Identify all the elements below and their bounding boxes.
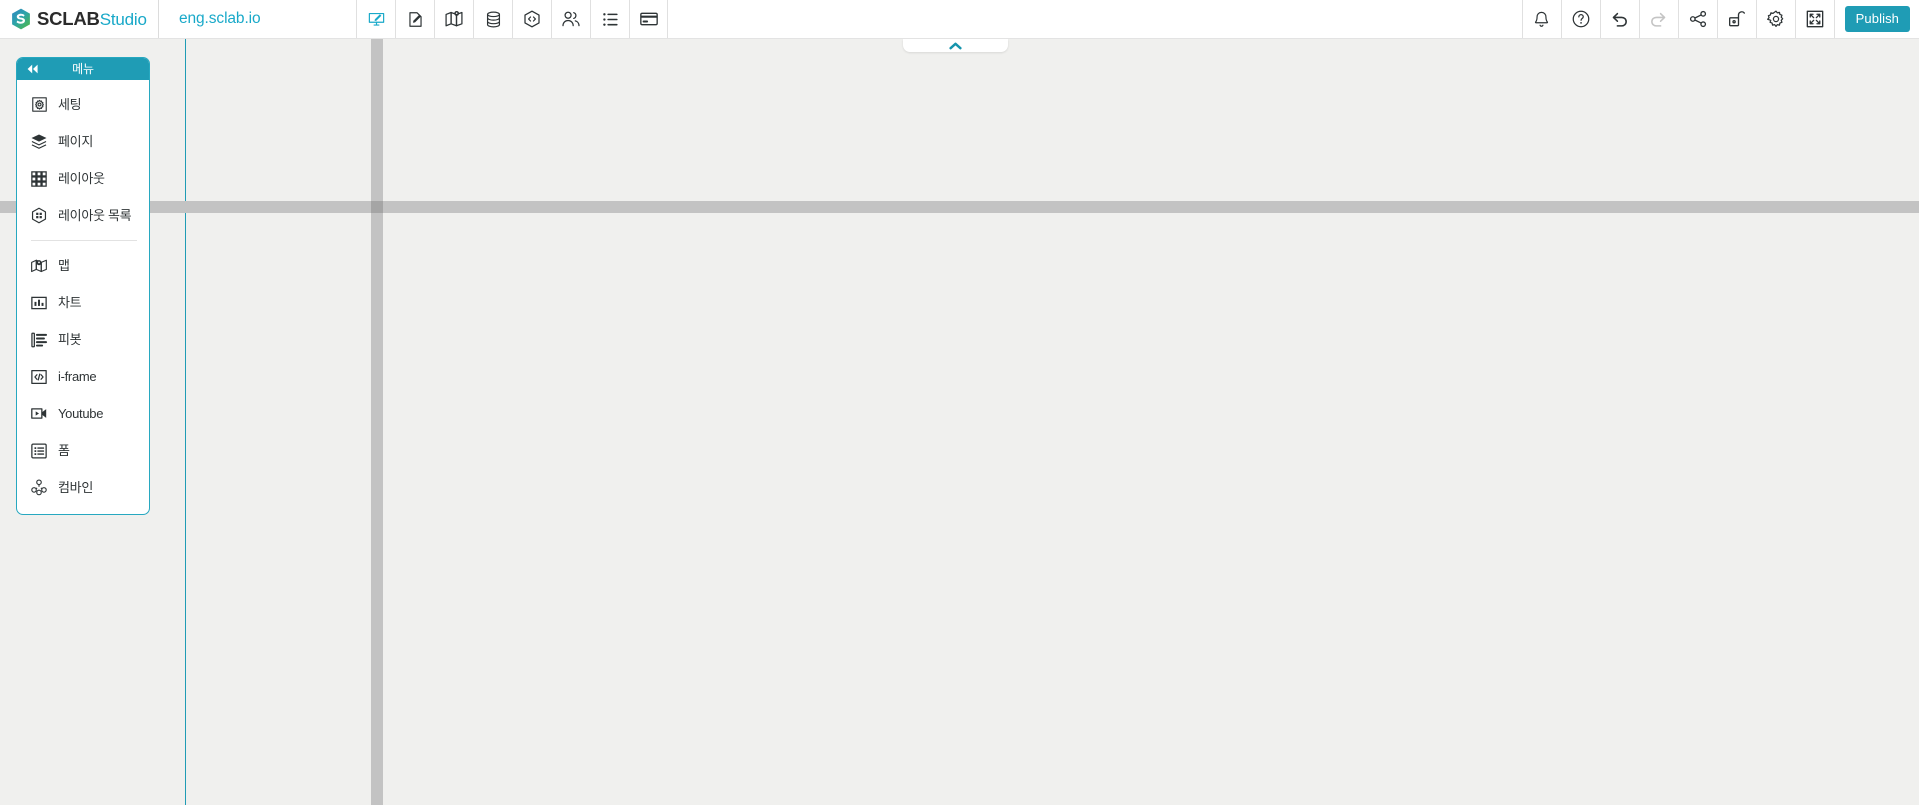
database-cylinder-icon: [484, 10, 503, 29]
help-button[interactable]: [1560, 0, 1600, 38]
monitor-pencil-icon: [367, 10, 386, 29]
list-tool-button[interactable]: [590, 0, 629, 38]
menu-item-pivot[interactable]: 피봇: [17, 321, 149, 358]
document-pencil-icon: [406, 10, 425, 29]
editor-canvas: [0, 39, 1919, 805]
settings-button[interactable]: [1755, 0, 1795, 38]
map-tool-button[interactable]: [434, 0, 473, 38]
notifications-button[interactable]: [1521, 0, 1561, 38]
menu-item-layout[interactable]: 레이아웃: [17, 160, 149, 197]
menu-item-label: 피봇: [58, 332, 82, 347]
menu-item-label: 폼: [58, 443, 70, 458]
bar-chart-square-icon: [30, 294, 48, 312]
menu-item-label: 차트: [58, 295, 82, 310]
map-pin-folded-icon: [30, 257, 48, 275]
menu-item-youtube[interactable]: Youtube: [17, 395, 149, 432]
pivot-table-icon: [30, 331, 48, 349]
menu-item-layout-list[interactable]: 레이아웃 목록: [17, 197, 149, 234]
canvas-left-guide: [185, 39, 186, 805]
site-name[interactable]: eng.sclab.io: [159, 0, 337, 38]
redo-button[interactable]: [1638, 0, 1678, 38]
menu-panel-header: 메뉴: [17, 58, 149, 80]
gear-icon: [1766, 9, 1786, 29]
folded-map-pin-icon: [444, 9, 464, 29]
form-list-square-icon: [30, 442, 48, 460]
menu-item-label: Youtube: [58, 406, 104, 421]
bulleted-list-icon: [601, 10, 620, 29]
undo-button[interactable]: [1599, 0, 1639, 38]
menu-item-chart[interactable]: 차트: [17, 284, 149, 321]
menu-item-label: 세팅: [58, 97, 82, 112]
code-tool-button[interactable]: [512, 0, 551, 38]
menu-panel-body: 세팅 페이지 레이아웃 레이아웃 목록 맵 차트 피봇 i-frame Yout…: [17, 80, 149, 514]
menu-item-page[interactable]: 페이지: [17, 123, 149, 160]
hexagon-code-icon: [522, 9, 542, 29]
app-header: SCLABStudio eng.sclab.io Publish: [0, 0, 1919, 39]
hexagon-grid-icon: [30, 207, 48, 225]
double-chevron-left-icon[interactable]: [26, 58, 39, 80]
billing-tool-button[interactable]: [629, 0, 668, 38]
layers-stack-icon: [30, 133, 48, 151]
content-edit-button[interactable]: [395, 0, 434, 38]
share-button[interactable]: [1677, 0, 1717, 38]
code-brackets-square-icon: [30, 368, 48, 386]
menu-item-label: 페이지: [58, 134, 93, 149]
gear-square-icon: [30, 96, 48, 114]
share-nodes-icon: [1688, 9, 1708, 29]
redo-arrow-icon: [1648, 9, 1669, 30]
scrollbar-corner: [371, 201, 383, 213]
chevron-up-icon: [949, 39, 962, 50]
open-padlock-icon: [1727, 9, 1747, 29]
menu-item-setting[interactable]: 세팅: [17, 86, 149, 123]
menu-separator: [31, 240, 137, 241]
horizontal-scrollbar[interactable]: [0, 201, 1919, 213]
combine-nodes-icon: [30, 479, 48, 497]
menu-item-label: 맵: [58, 258, 70, 273]
members-tool-button[interactable]: [551, 0, 590, 38]
publish-button[interactable]: Publish: [1844, 6, 1910, 32]
database-tool-button[interactable]: [473, 0, 512, 38]
menu-item-label: 컴바인: [58, 480, 93, 495]
video-play-icon: [30, 405, 48, 423]
grid-squares-icon: [30, 170, 48, 188]
right-toolbar: [1521, 0, 1834, 38]
brand-suffix: Studio: [99, 9, 147, 29]
brand-name: SCLAB: [37, 7, 100, 29]
brand-logo[interactable]: SCLABStudio: [0, 0, 159, 38]
left-toolbar: [356, 0, 668, 38]
menu-item-form[interactable]: 폼: [17, 432, 149, 469]
sclab-hexagon-s-logo: [11, 8, 31, 30]
unlock-button[interactable]: [1716, 0, 1756, 38]
vertical-scrollbar[interactable]: [371, 39, 383, 805]
menu-item-map[interactable]: 맵: [17, 247, 149, 284]
menu-item-iframe[interactable]: i-frame: [17, 358, 149, 395]
bell-icon: [1532, 10, 1551, 29]
menu-item-label: 레이아웃 목록: [58, 208, 132, 223]
question-circle-icon: [1571, 9, 1591, 29]
collapse-header-tab[interactable]: [903, 39, 1008, 52]
header-spacer: [668, 0, 1522, 38]
undo-arrow-icon: [1609, 9, 1630, 30]
publish-area: Publish: [1833, 0, 1919, 38]
menu-panel: 메뉴 세팅 페이지 레이아웃 레이아웃 목록 맵 차트 피봇 i-frame Y…: [16, 57, 150, 515]
menu-item-label: 레이아웃: [58, 171, 105, 186]
users-group-icon: [561, 9, 581, 29]
menu-item-label: i-frame: [58, 369, 97, 384]
fullscreen-button[interactable]: [1794, 0, 1834, 38]
expand-arrows-icon: [1805, 9, 1825, 29]
credit-card-icon: [639, 9, 659, 29]
editor-preview-button[interactable]: [356, 0, 395, 38]
brand-text: SCLABStudio: [37, 7, 147, 29]
menu-item-combine[interactable]: 컴바인: [17, 469, 149, 506]
